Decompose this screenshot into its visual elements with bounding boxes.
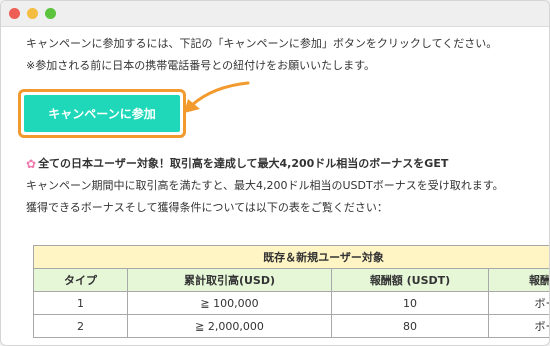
title-bar: [1, 1, 549, 27]
cta-highlight-frame: キャンペーンに参加: [18, 89, 186, 138]
table-row: 2 ≧ 2,000,000 80 ボーナ: [33, 314, 549, 338]
table-caption: 既存＆新規ユーザー対象: [32, 245, 549, 269]
pointer-arrow-icon: [184, 81, 250, 113]
table-cell: ≧ 100,000: [127, 291, 332, 315]
campaign-headline-text: 全ての日本ユーザー対象！取引高を達成して最大4,200ドル相当のボーナスをGET: [38, 157, 449, 170]
close-window-icon[interactable]: [9, 8, 20, 19]
column-header: タイプ: [33, 268, 128, 292]
column-header: 累計取引高(USD): [127, 268, 332, 292]
browser-window: キャンペーンに参加するには、下記の「キャンペーンに参加」ボタンをクリックしてくだ…: [0, 0, 550, 346]
minimize-window-icon[interactable]: [27, 8, 38, 19]
rewards-table: 既存＆新規ユーザー対象 タイプ 累計取引高(USD) 報酬額 (USDT) 報酬…: [32, 245, 549, 338]
table-cell: 2: [33, 314, 128, 338]
campaign-headline: ✿ 全ての日本ユーザー対象！取引高を達成して最大4,200ドル相当のボーナスをG…: [26, 157, 448, 171]
table-caption-row: 既存＆新規ユーザー対象: [32, 245, 549, 269]
table-cell: 80: [331, 314, 489, 338]
table-cell: ≧ 2,000,000: [127, 314, 332, 338]
table-cell: ボーナ: [487, 314, 549, 338]
table-header-row: タイプ 累計取引高(USD) 報酬額 (USDT) 報酬タイ: [33, 268, 549, 292]
campaign-description: キャンペーン期間中に取引高を満たすと、最大4,200ドル相当のUSDTボーナスを…: [26, 179, 504, 192]
join-campaign-button[interactable]: キャンペーンに参加: [24, 95, 180, 132]
maximize-window-icon[interactable]: [45, 8, 56, 19]
column-header: 報酬額 (USDT): [331, 268, 489, 292]
table-cell: ボーナ: [487, 291, 549, 315]
notice-text: ※参加される前に日本の携帯電話番号との紐付けをお願いいたします。: [26, 59, 376, 72]
table-cell: 1: [33, 291, 128, 315]
campaign-table-intro: 獲得できるボーナスそして獲得条件については以下の表をご覧ください：: [26, 201, 388, 214]
table-row: 1 ≧ 100,000 10 ボーナ: [33, 291, 549, 315]
flower-icon: ✿: [26, 157, 37, 171]
intro-text: キャンペーンに参加するには、下記の「キャンペーンに参加」ボタンをクリックしてくだ…: [26, 37, 498, 50]
table-cell: 10: [331, 291, 489, 315]
column-header: 報酬タイ: [487, 268, 549, 292]
